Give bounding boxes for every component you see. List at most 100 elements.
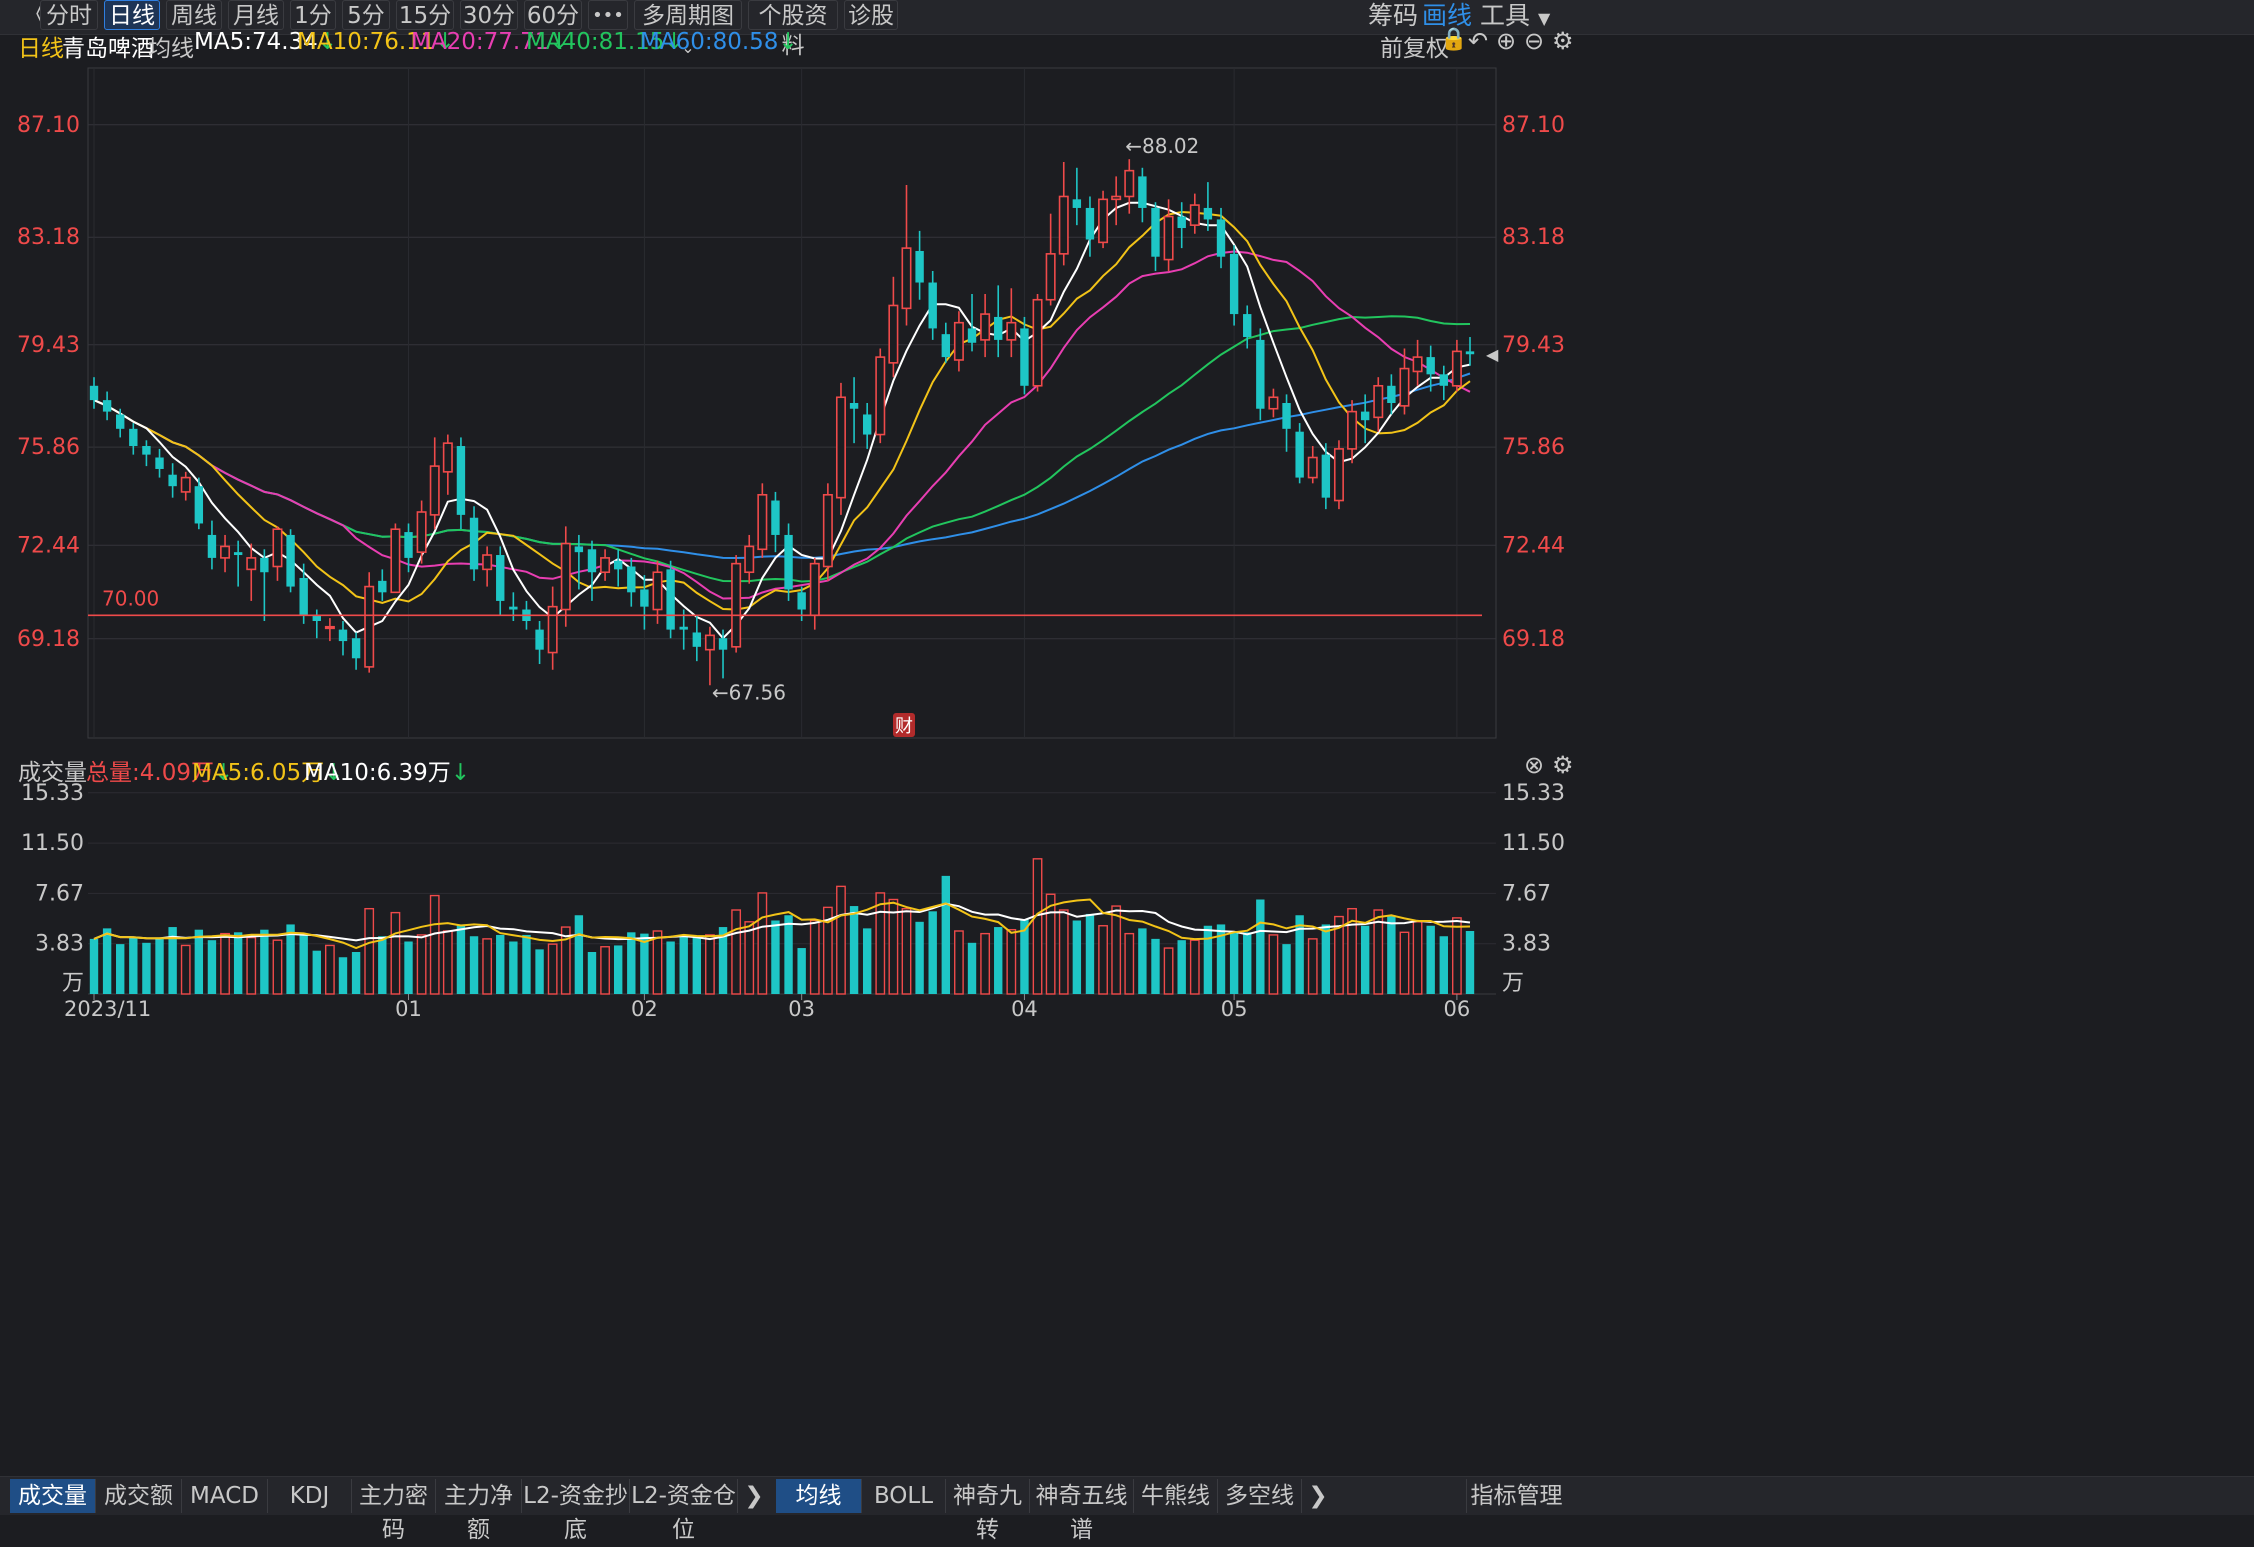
price-chart[interactable]: 87.10 87.10 83.18 83.18 79.43 79.43 75.86 75.86…	[0, 50, 1568, 750]
tab-l2-position[interactable]: L2-资金仓位	[630, 1479, 738, 1543]
caret-down-icon: ▼	[1537, 9, 1551, 28]
volume-bar	[1203, 925, 1213, 994]
volume-bar	[1163, 947, 1174, 995]
gear-icon[interactable]: ⚙	[1552, 751, 1574, 779]
volume-chart[interactable]: 15.33 15.33 11.50 11.50 7.67 7.67 3.83 3.83 万 万 2…	[0, 776, 1568, 1022]
period-tab-5[interactable]: 5分	[342, 0, 390, 30]
volume-bar	[116, 944, 125, 994]
chevron-right-icon[interactable]: ❯	[1304, 1479, 1332, 1513]
candle-body	[1151, 207, 1160, 257]
candle-body	[1045, 253, 1056, 301]
diagnose-button[interactable]: 诊股	[844, 0, 898, 30]
indicator-management-button[interactable]: 指标管理	[1466, 1479, 1566, 1513]
candle-body	[535, 629, 544, 650]
volume-bar	[1439, 936, 1448, 994]
tab-l2-bottom[interactable]: L2-资金抄底	[522, 1479, 630, 1543]
candle-body	[194, 486, 204, 524]
period-tab-0[interactable]: 分时	[40, 0, 98, 30]
volume-bar	[338, 957, 348, 994]
candle-body	[627, 566, 636, 593]
candle-body	[901, 247, 912, 310]
tab-ma[interactable]: 均线	[776, 1479, 862, 1513]
volume-bar	[1256, 899, 1265, 994]
candle-body	[324, 625, 335, 630]
chips-button[interactable]: 筹码	[1368, 0, 1418, 32]
candle-body	[233, 552, 243, 556]
candle-body	[338, 629, 348, 642]
volume-bar	[312, 950, 321, 994]
candle-body	[744, 545, 755, 574]
chevron-right-icon[interactable]: ❯	[740, 1479, 768, 1513]
more-periods-button[interactable]: •••	[588, 0, 628, 30]
close-icon[interactable]: ⊗	[1524, 751, 1544, 779]
multi-period-button[interactable]: 多周期图 ⌄	[634, 0, 742, 57]
period-tab-3[interactable]: 月线	[228, 0, 284, 30]
tab-macd[interactable]: MACD	[182, 1479, 268, 1513]
period-tab-1[interactable]: 日线	[104, 0, 160, 30]
tab-boll[interactable]: BOLL	[862, 1479, 946, 1513]
candle-body	[351, 638, 361, 659]
tab-volume[interactable]: 成交量	[10, 1479, 96, 1513]
price-tick-left: 72.44	[17, 533, 80, 558]
high-annotation: ←88.02	[1125, 134, 1199, 158]
price-tick-right: 83.18	[1502, 225, 1565, 250]
volume-bar	[574, 915, 584, 994]
volume-bar	[456, 924, 466, 994]
volume-bar	[771, 920, 780, 994]
volume-bar	[862, 928, 872, 994]
volume-tick-left: 15.33	[21, 781, 84, 806]
volume-bar	[679, 936, 688, 994]
stock-info-button[interactable]: 个股资料	[748, 0, 838, 59]
volume-bar	[1138, 928, 1147, 994]
volume-unit-left: 万	[62, 971, 84, 996]
candle-body	[731, 562, 742, 648]
volume-bar	[1072, 920, 1082, 994]
volume-bar	[1321, 924, 1331, 994]
volume-tick-right: 15.33	[1502, 781, 1565, 806]
candle-body	[1282, 403, 1291, 429]
volume-tick-right: 3.83	[1502, 932, 1551, 957]
lock-icon[interactable]: 🔒	[1440, 27, 1467, 52]
period-tab-6[interactable]: 15分	[396, 0, 454, 30]
candle-body	[496, 555, 505, 601]
tab-kdj[interactable]: KDJ	[268, 1479, 352, 1513]
candle-body	[155, 457, 164, 469]
tab-turnover[interactable]: 成交额	[96, 1479, 182, 1513]
candle-body	[286, 534, 295, 587]
period-tab-4[interactable]: 1分	[290, 0, 336, 30]
volume-tick-left: 11.50	[21, 831, 84, 856]
tab-magic-staff[interactable]: 神奇五线谱	[1030, 1479, 1134, 1543]
candle-body	[168, 474, 177, 487]
volume-bar	[941, 875, 951, 994]
candle-body	[784, 534, 793, 590]
volume-bar	[731, 909, 742, 995]
x-axis-label: 02	[631, 997, 658, 1021]
volume-bar	[1085, 913, 1095, 994]
period-tab-2[interactable]: 周线	[166, 0, 222, 30]
candle-body	[116, 414, 125, 429]
candle-body	[1268, 396, 1279, 410]
period-tab-7[interactable]: 30分	[460, 0, 518, 30]
tab-magic-nine[interactable]: 神奇九转	[946, 1479, 1030, 1543]
candle-body	[129, 428, 138, 447]
candle-body	[692, 632, 702, 647]
candle-body	[1124, 169, 1135, 198]
candle-body	[928, 282, 937, 329]
period-tab-8[interactable]: 60分	[524, 0, 582, 30]
x-axis-label: 06	[1444, 997, 1471, 1021]
candle-body	[102, 400, 112, 412]
tab-bull-bear[interactable]: 牛熊线	[1134, 1479, 1218, 1513]
candle	[1032, 294, 1043, 392]
volume-bar	[1360, 925, 1370, 994]
volume-bar	[272, 939, 283, 995]
tab-main-net[interactable]: 主力净额	[436, 1479, 522, 1543]
volume-bar	[129, 937, 138, 994]
price-tick-right: 72.44	[1502, 533, 1565, 558]
volume-bar	[299, 934, 308, 994]
volume-unit-right: 万	[1502, 971, 1524, 996]
candle-body	[404, 532, 413, 558]
candle-body	[640, 589, 649, 607]
tab-main-code[interactable]: 主力密码	[352, 1479, 436, 1543]
candle-body	[679, 626, 688, 630]
tab-long-short[interactable]: 多空线	[1218, 1479, 1302, 1513]
